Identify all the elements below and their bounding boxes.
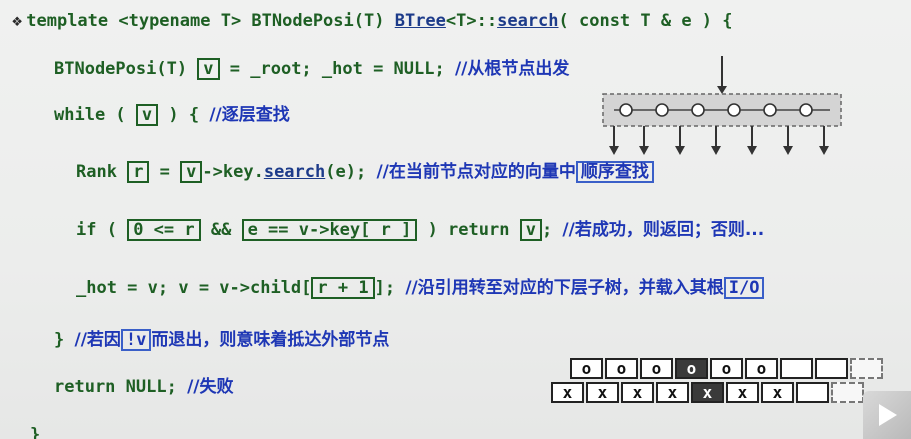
code-box: v	[135, 104, 159, 126]
memory-cell: x	[586, 382, 619, 403]
code-box: r + 1	[311, 277, 375, 299]
code-line-1: ❖ template <typename T> BTNodePosi(T) BTr…	[12, 10, 733, 32]
code-line-2: BTNodePosi(T) v = _root; _hot = NULL; //…	[54, 58, 569, 80]
memory-cell: x	[726, 382, 759, 403]
code-comment-box: !v	[120, 329, 152, 351]
memory-cell: o	[570, 358, 603, 379]
code-comment: //若因	[74, 330, 121, 350]
btree-node-diagram	[602, 56, 842, 155]
child-arrows	[609, 126, 829, 155]
code-token: &&	[200, 220, 242, 240]
key-circle	[691, 103, 705, 117]
code-token-btree: BTree	[394, 11, 446, 31]
memory-cell: o	[605, 358, 638, 379]
memory-cell: o	[710, 358, 743, 379]
code-box: 0 <= r	[127, 219, 201, 241]
code-box: v	[180, 161, 203, 183]
code-comment: //逐层查找	[209, 105, 290, 125]
code-token: =	[149, 162, 181, 182]
code-comment: //失败	[187, 377, 234, 397]
child-pointer-head	[639, 146, 649, 155]
code-token: ];	[374, 278, 406, 298]
memory-cell: x	[761, 382, 794, 403]
memory-cell: x	[621, 382, 654, 403]
code-line-5: if ( 0 <= r && e == v->key[ r ] ) return…	[76, 219, 764, 241]
code-token: ) {	[158, 105, 210, 125]
code-line-8: return NULL; //失败	[54, 376, 233, 398]
code-token: template <typename T> BTNodePosi(T)	[26, 11, 395, 31]
memory-cell	[815, 358, 848, 379]
code-comment-box: 顺序查找	[575, 161, 654, 183]
key-circle	[763, 103, 777, 117]
code-token: ;	[541, 220, 563, 240]
memory-cell: o	[640, 358, 673, 379]
memory-cell: x	[551, 382, 584, 403]
memory-cell	[780, 358, 813, 379]
code-line-9: }	[30, 424, 40, 439]
key-circle	[799, 103, 813, 117]
child-pointer-head	[675, 146, 685, 155]
memory-cell	[796, 382, 829, 403]
video-play-icon[interactable]	[863, 391, 911, 439]
key-circle	[619, 103, 633, 117]
code-box: e == v->key[ r ]	[241, 219, 418, 241]
code-token: ->key.	[202, 162, 264, 182]
code-token: ( const T & e ) {	[558, 11, 733, 31]
code-token: }	[54, 330, 75, 350]
memory-cell: o	[675, 358, 708, 379]
code-comment: 而退出，则意味着抵达外部节点	[151, 330, 390, 350]
code-line-7: } //若因 !v 而退出，则意味着抵达外部节点	[54, 329, 389, 351]
key-circle	[727, 103, 741, 117]
code-line-3: while ( v ) { //逐层查找	[54, 104, 290, 126]
code-comment: //从根节点出发	[454, 59, 570, 79]
code-token: Rank	[76, 162, 128, 182]
code-token-search: search	[497, 11, 559, 31]
code-box: r	[127, 161, 150, 183]
code-token: ) return	[417, 220, 520, 240]
code-comment: //在当前节点对应的向量中	[376, 162, 576, 182]
code-box: v	[197, 58, 220, 80]
child-pointer-head	[609, 146, 619, 155]
child-pointer-head	[747, 146, 757, 155]
memory-cell: x	[691, 382, 724, 403]
memory-cell	[850, 358, 883, 379]
code-line-6: _hot = v; v = v->child[ r + 1 ]; //沿引用转至…	[76, 277, 765, 299]
child-pointer-head	[711, 146, 721, 155]
code-token: if (	[76, 220, 128, 240]
memory-cell	[831, 382, 864, 403]
code-token-search: search	[263, 162, 326, 182]
code-token: (e);	[325, 162, 377, 182]
bullet-icon: ❖	[12, 11, 23, 31]
code-token: return NULL;	[54, 377, 188, 397]
code-comment-box: I/O	[723, 277, 765, 299]
code-comment: //若成功，则返回；否则...	[562, 220, 765, 240]
child-pointer-head	[783, 146, 793, 155]
memory-cell: x	[656, 382, 689, 403]
code-token: <T>::	[445, 11, 498, 31]
code-token: _hot = v; v = v->child[	[76, 278, 312, 298]
code-comment: //沿引用转至对应的下层子树，并载入其根	[405, 278, 724, 298]
code-token: }	[30, 425, 41, 439]
code-token: BTNodePosi(T)	[54, 59, 198, 79]
incoming-arrow-head	[717, 86, 727, 94]
code-token: while (	[54, 105, 136, 125]
code-token: = _root; _hot = NULL;	[219, 59, 455, 79]
memory-cell: o	[745, 358, 778, 379]
child-pointer-head	[819, 146, 829, 155]
key-circle	[655, 103, 669, 117]
code-line-4: Rank r = v ->key.search(e); //在当前节点对应的向量中…	[76, 161, 654, 183]
code-box: v	[519, 219, 542, 241]
